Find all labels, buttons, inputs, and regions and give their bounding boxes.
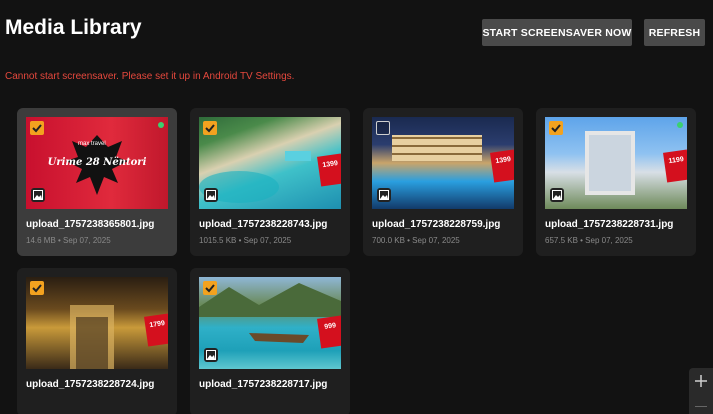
media-card[interactable]: 1199 upload_1757238228731.jpg 657.5 KB •… — [536, 108, 696, 256]
status-dot — [677, 122, 683, 128]
media-card[interactable]: 999 upload_1757238228717.jpg — [190, 268, 350, 414]
plus-icon — [695, 375, 707, 387]
image-icon — [204, 348, 218, 362]
media-card[interactable]: max travel Urime 28 Nëntori upload_17572… — [17, 108, 177, 256]
media-card[interactable]: 1799 upload_1757238228724.jpg — [17, 268, 177, 414]
media-filename: upload_1757238228717.jpg — [199, 379, 328, 390]
media-filename: upload_1757238228724.jpg — [26, 379, 155, 390]
add-button[interactable] — [689, 368, 713, 414]
check-icon — [205, 284, 215, 293]
checkbox[interactable] — [30, 281, 44, 295]
media-thumbnail: 1399 — [199, 117, 341, 209]
start-screensaver-button[interactable]: START SCREENSAVER NOW — [482, 19, 632, 46]
media-filename: upload_1757238228731.jpg — [545, 219, 674, 230]
price-tag: 1799 — [144, 313, 168, 347]
error-message: Cannot start screensaver. Please set it … — [5, 71, 295, 82]
price-tag: 1399 — [490, 149, 514, 183]
divider — [695, 406, 707, 407]
media-filename: upload_1757238228743.jpg — [199, 219, 328, 230]
media-thumbnail: max travel Urime 28 Nëntori — [26, 117, 168, 209]
media-card[interactable]: 1399 upload_1757238228743.jpg 1015.5 KB … — [190, 108, 350, 256]
status-dot — [158, 122, 164, 128]
checkbox[interactable] — [203, 281, 217, 295]
media-meta: 700.0 KB • Sep 07, 2025 — [372, 236, 460, 245]
refresh-button[interactable]: REFRESH — [644, 19, 705, 46]
media-filename: upload_1757238228759.jpg — [372, 219, 501, 230]
media-card[interactable]: 1399 upload_1757238228759.jpg 700.0 KB •… — [363, 108, 523, 256]
image-icon — [377, 188, 391, 202]
page-title: Media Library — [5, 16, 142, 39]
art-small-text: max travel — [78, 141, 106, 147]
checkbox[interactable] — [549, 121, 563, 135]
price-tag: 1199 — [663, 149, 687, 183]
price-tag: 999 — [317, 315, 341, 349]
media-meta: 1015.5 KB • Sep 07, 2025 — [199, 236, 292, 245]
media-grid: max travel Urime 28 Nëntori upload_17572… — [17, 108, 707, 414]
media-meta: 657.5 KB • Sep 07, 2025 — [545, 236, 633, 245]
art-text: Urime 28 Nëntori — [47, 157, 147, 168]
check-icon — [32, 124, 42, 133]
checkbox[interactable] — [30, 121, 44, 135]
media-thumbnail: 999 — [199, 277, 341, 369]
check-icon — [205, 124, 215, 133]
media-thumbnail: 1399 — [372, 117, 514, 209]
checkbox[interactable] — [376, 121, 390, 135]
media-thumbnail: 1799 — [26, 277, 168, 369]
check-icon — [551, 124, 561, 133]
media-thumbnail: 1199 — [545, 117, 687, 209]
media-filename: upload_1757238365801.jpg — [26, 219, 155, 230]
image-icon — [204, 188, 218, 202]
price-tag: 1399 — [317, 153, 341, 187]
checkbox[interactable] — [203, 121, 217, 135]
image-icon — [31, 188, 45, 202]
media-meta: 14.6 MB • Sep 07, 2025 — [26, 236, 111, 245]
check-icon — [32, 284, 42, 293]
image-icon — [550, 188, 564, 202]
